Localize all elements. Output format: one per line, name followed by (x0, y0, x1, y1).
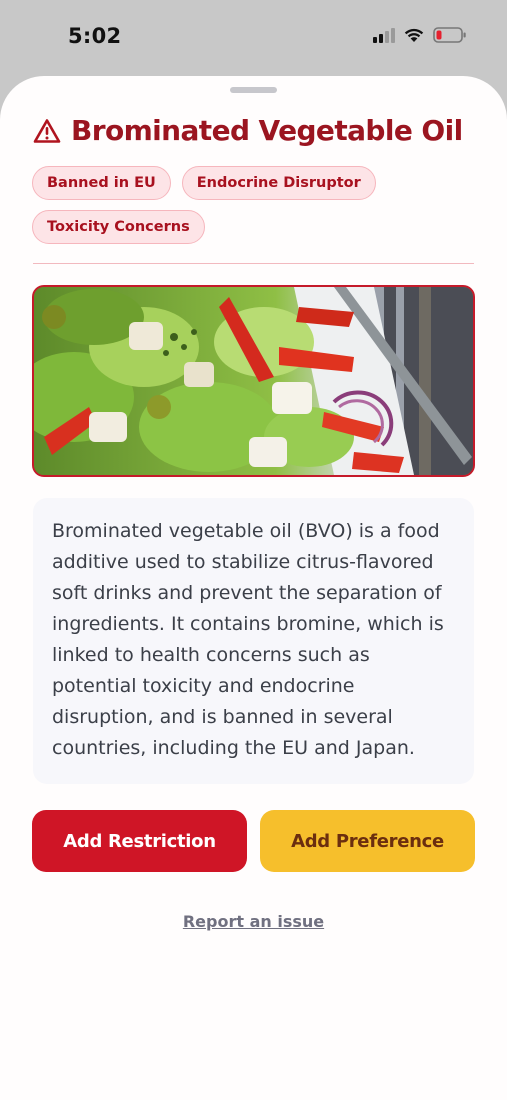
add-preference-button[interactable]: Add Preference (260, 810, 475, 872)
wifi-icon (403, 27, 425, 43)
warning-triangle-icon (33, 118, 61, 144)
salad-photo (32, 285, 475, 477)
status-bar: 5:02 (0, 0, 507, 76)
status-icons (373, 27, 467, 43)
tag-list: Banned in EU Endocrine Disruptor Toxicit… (32, 166, 452, 244)
tag-banned-in-eu: Banned in EU (32, 166, 171, 200)
description-text: Brominated vegetable oil (BVO) is a food… (52, 520, 444, 759)
page-title: Brominated Vegetable Oil (71, 114, 463, 147)
report-issue-row: Report an issue (0, 912, 507, 931)
add-restriction-button[interactable]: Add Restriction (32, 810, 247, 872)
sheet-grabber-handle[interactable] (230, 87, 277, 93)
title-row: Brominated Vegetable Oil (33, 114, 483, 147)
tag-toxicity-concerns: Toxicity Concerns (32, 210, 205, 244)
status-time: 5:02 (68, 24, 122, 48)
description-card: Brominated vegetable oil (BVO) is a food… (33, 498, 474, 784)
battery-low-icon (433, 27, 467, 43)
divider (33, 263, 474, 264)
ingredient-detail-sheet: Brominated Vegetable Oil Banned in EU En… (0, 76, 507, 1100)
report-issue-link[interactable]: Report an issue (183, 912, 324, 931)
cellular-signal-icon (373, 27, 395, 43)
tag-endocrine-disruptor: Endocrine Disruptor (181, 166, 376, 200)
